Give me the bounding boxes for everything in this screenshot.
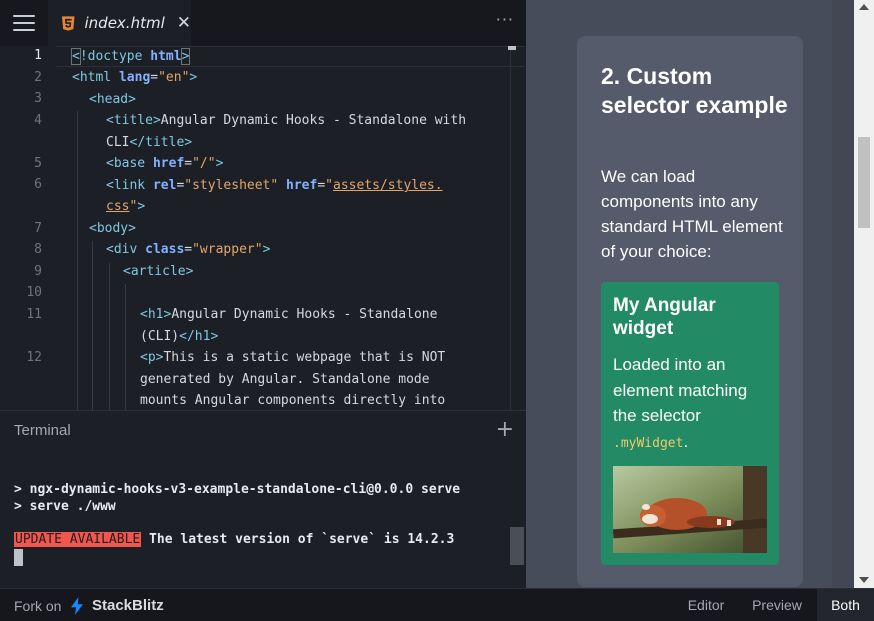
terminal-line: > serve ./www [14,499,116,514]
code-line: <title>Angular Dynamic Hooks - Standalon… [106,113,467,128]
indent-guide [77,111,78,410]
terminal-line: UPDATE AVAILABLE The latest version of `… [14,532,454,547]
terminal-title: Terminal [14,422,71,439]
code-line: css"> [106,199,146,214]
view-editor-button[interactable]: Editor [676,589,736,621]
scroll-down-icon[interactable] [859,577,869,583]
widget-selector-code: .myWidget [613,435,684,451]
update-available-badge: UPDATE AVAILABLE [14,532,142,547]
html5-icon [62,15,75,31]
line-number: 4 [34,113,42,128]
code-area[interactable]: <!doctype html> <html lang="en"> <head> … [56,46,526,410]
code-line: CLI</title> [106,135,193,150]
scroll-up-icon[interactable] [859,4,869,10]
footer-bar: Fork on StackBlitz Editor Preview Both [0,588,874,621]
code-line: mounts Angular components directly into [140,393,446,408]
code-line: <body> [89,221,136,236]
code-line: (CLI)</h1> [140,329,219,344]
code-line: <article> [123,264,194,279]
line-number: 1 [34,48,42,63]
code-line: <p>This is a static webpage that is NOT [140,350,446,365]
file-tab-label: index.html [84,14,165,32]
line-number: 2 [34,70,42,85]
card-title: 2. Custom selector example [601,63,788,118]
line-number: 3 [34,91,42,106]
card-description: We can load components into any standard… [601,167,783,261]
code-line: <div class="wrapper"> [106,242,271,257]
code-line: <base href="/"> [106,156,224,171]
line-number: 8 [34,242,42,257]
indent-guide [92,241,93,410]
line-number: 9 [34,264,42,279]
line-number: 10 [26,285,42,300]
code-line: <link rel="stylesheet" href="assets/styl… [106,178,443,193]
editor-tabbar: index.html ✕ ··· [0,0,526,46]
view-preview-button[interactable]: Preview [744,589,810,621]
preview-margin [832,0,854,588]
line-number-gutter: 1 2 3 4 5 6 7 8 9 10 11 12 [0,46,56,410]
terminal-panel[interactable]: Terminal + > ngx-dynamic-hooks-v3-exampl… [0,410,526,592]
widget-description: Loaded into an element matching the sele… [613,355,748,451]
code-editor[interactable]: index.html ✕ ··· 1 2 3 4 5 6 7 8 9 10 11… [0,0,526,410]
code-line: <h1>Angular Dynamic Hooks - Standalone [140,307,438,322]
line-number: 6 [34,177,42,192]
more-icon[interactable]: ··· [496,10,514,29]
angular-widget: My Angular widget Loaded into an element… [601,282,779,565]
indent-guide [125,284,126,410]
update-text: The latest version of `serve` is 14.2.3 [141,532,455,547]
view-both-button[interactable]: Both [817,589,874,621]
terminal-cursor [14,549,23,566]
menu-icon[interactable] [0,0,48,46]
line-number: 11 [26,307,42,322]
red-panda-photo [613,466,767,553]
scroll-thumb[interactable] [858,137,870,228]
indent-guide [109,263,110,410]
code-line: <head> [89,92,136,107]
line-number: 7 [34,221,42,236]
code-line: generated by Angular. Standalone mode [140,372,430,387]
file-tab-index-html[interactable]: index.html ✕ [48,0,191,46]
terminal-scrollbar[interactable] [510,527,524,565]
fork-on-label[interactable]: Fork on [14,598,61,614]
line-number: 12 [26,350,42,365]
plus-icon[interactable]: + [496,417,514,442]
widget-title: My Angular widget [613,295,716,339]
close-icon[interactable]: ✕ [177,14,191,32]
terminal-line: > ngx-dynamic-hooks-v3-example-standalon… [14,482,461,497]
preview-pane[interactable]: 2. Custom selector example We can load c… [526,0,874,588]
example-card: 2. Custom selector example We can load c… [577,36,803,587]
bolt-icon [71,597,83,615]
code-line: <html lang="en"> [72,70,198,85]
code-line: <!doctype html> [71,48,191,65]
line-number: 5 [34,156,42,171]
preview-scrollbar[interactable] [854,0,874,588]
stackblitz-brand[interactable]: StackBlitz [92,597,164,614]
